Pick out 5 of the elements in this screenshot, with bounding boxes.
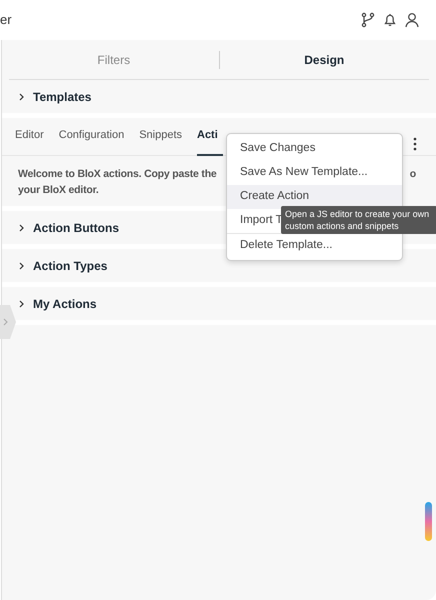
intro-text: your BloX editor. [18, 183, 99, 198]
page-title: er [0, 11, 12, 30]
tooltip: Open a JS editor to create your own custom actions and snippets [281, 206, 436, 234]
intro-text: Welcome to BloX actions. Copy paste the [18, 167, 217, 182]
intro-text: o [410, 167, 416, 182]
